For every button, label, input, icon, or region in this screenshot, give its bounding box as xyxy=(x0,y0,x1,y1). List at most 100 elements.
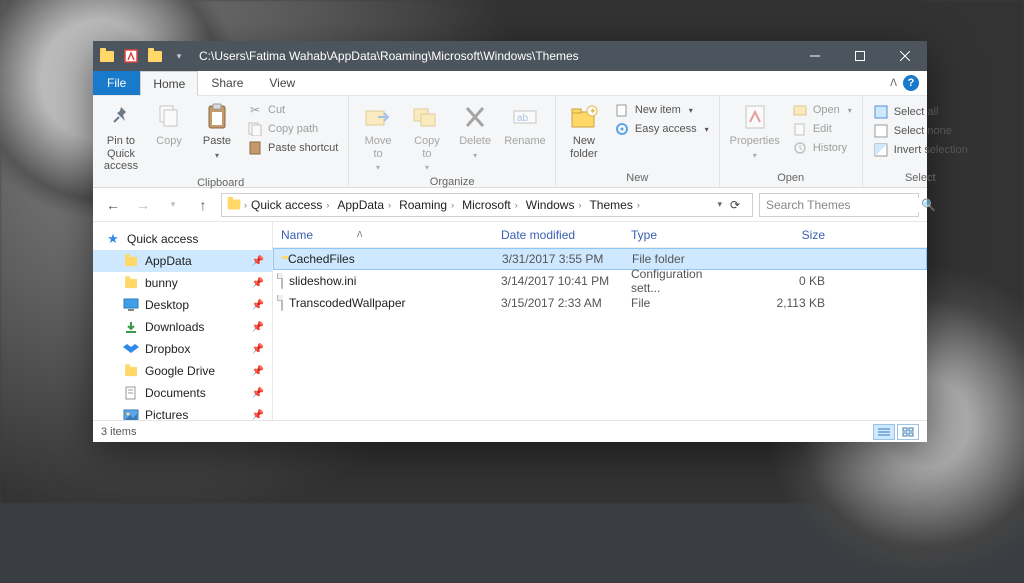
new-item-icon xyxy=(614,102,630,118)
back-button[interactable]: ← xyxy=(101,193,125,217)
file-rows[interactable]: CachedFiles3/31/2017 3:55 PMFile folders… xyxy=(273,248,927,420)
cut-label: Cut xyxy=(268,104,285,116)
forward-button[interactable]: → xyxy=(131,193,155,217)
cut-button[interactable]: ✂Cut xyxy=(245,101,340,119)
details-view-button[interactable] xyxy=(873,424,895,440)
new-item-button[interactable]: New item▾ xyxy=(612,101,711,119)
history-button[interactable]: History xyxy=(790,139,854,157)
breadcrumb-item[interactable]: AppData› xyxy=(333,198,395,212)
pin-icon: 📌 xyxy=(252,388,264,399)
sidebar-item-label: Desktop xyxy=(145,298,189,312)
sidebar-quick-access[interactable]: ★ Quick access xyxy=(93,228,272,250)
breadcrumb-item[interactable]: Microsoft› xyxy=(458,198,522,212)
breadcrumb-folder-icon xyxy=(224,199,244,210)
edit-button[interactable]: Edit xyxy=(790,120,854,138)
select-all-icon xyxy=(873,104,889,120)
maximize-button[interactable] xyxy=(837,41,882,71)
column-date[interactable]: Date modified xyxy=(493,228,623,242)
ribbon-tabs: File Home Share View ᐱ ? xyxy=(93,71,927,96)
file-date: 3/31/2017 3:55 PM xyxy=(494,252,624,266)
copy-path-label: Copy path xyxy=(268,123,318,135)
search-box[interactable]: 🔍 xyxy=(759,193,919,217)
column-headers[interactable]: Nameᐱ Date modified Type Size xyxy=(273,222,927,248)
paste-icon xyxy=(201,101,233,133)
breadcrumb[interactable]: › Quick access› AppData› Roaming› Micros… xyxy=(221,193,753,217)
titlebar[interactable]: ▾ C:\Users\Fatima Wahab\AppData\Roaming\… xyxy=(93,41,927,71)
file-icon xyxy=(281,296,283,310)
rename-button[interactable]: ab Rename xyxy=(499,99,551,150)
sidebar-item-label: Pictures xyxy=(145,408,188,420)
file-size: 0 KB xyxy=(743,274,833,288)
column-type[interactable]: Type xyxy=(623,228,743,242)
file-row[interactable]: TranscodedWallpaper3/15/2017 2:33 AMFile… xyxy=(273,292,927,314)
sidebar-item-label: Dropbox xyxy=(145,342,190,356)
delete-button[interactable]: Delete ▾ xyxy=(451,99,499,162)
thumbnails-view-button[interactable] xyxy=(897,424,919,440)
properties-qat-icon[interactable] xyxy=(123,48,139,64)
sidebar-item[interactable]: Documents📌 xyxy=(93,382,272,404)
sidebar-item[interactable]: Desktop📌 xyxy=(93,294,272,316)
file-menu[interactable]: File xyxy=(93,71,140,95)
help-icon[interactable]: ? xyxy=(903,75,919,91)
breadcrumb-item[interactable]: Themes› xyxy=(585,198,643,212)
file-row[interactable]: CachedFiles3/31/2017 3:55 PMFile folder xyxy=(273,248,927,270)
copy-label: Copy xyxy=(156,135,182,148)
recent-dropdown-icon[interactable]: ▾ xyxy=(161,193,185,217)
copy-button[interactable]: Copy xyxy=(145,99,193,150)
paste-shortcut-button[interactable]: Paste shortcut xyxy=(245,139,340,157)
move-to-button[interactable]: Move to ▾ xyxy=(353,99,402,174)
copy-path-button[interactable]: Copy path xyxy=(245,120,340,138)
tab-view[interactable]: View xyxy=(256,71,308,95)
sidebar-item[interactable]: Pictures 📌 xyxy=(93,404,272,420)
new-folder-icon: ✦ xyxy=(568,101,600,133)
pin-icon: 📌 xyxy=(252,410,264,421)
file-row[interactable]: slideshow.ini3/14/2017 10:41 PMConfigura… xyxy=(273,270,927,292)
file-type: Configuration sett... xyxy=(623,267,743,295)
sidebar-item[interactable]: bunny📌 xyxy=(93,272,272,294)
close-button[interactable] xyxy=(882,41,927,71)
svg-text:ab: ab xyxy=(517,113,529,124)
breadcrumb-item[interactable]: Windows› xyxy=(522,198,586,212)
pin-to-quick-access-button[interactable]: Pin to Quick access xyxy=(97,99,145,175)
new-folder-button[interactable]: ✦ New folder xyxy=(560,99,608,162)
sidebar-item[interactable]: Downloads📌 xyxy=(93,316,272,338)
search-input[interactable] xyxy=(766,198,921,212)
search-icon[interactable]: 🔍 xyxy=(921,198,936,212)
edit-icon xyxy=(792,121,808,137)
up-button[interactable]: ↑ xyxy=(191,193,215,217)
breadcrumb-dropdown-icon[interactable]: ▾ xyxy=(717,199,722,210)
select-all-button[interactable]: Select all xyxy=(871,103,970,121)
column-size[interactable]: Size xyxy=(743,228,833,242)
paste-button[interactable]: Paste ▾ xyxy=(193,99,241,162)
tab-home[interactable]: Home xyxy=(140,71,198,96)
paste-dropdown-icon[interactable]: ▾ xyxy=(215,151,219,160)
sidebar-item[interactable]: Dropbox📌 xyxy=(93,338,272,360)
minimize-button[interactable] xyxy=(792,41,837,71)
invert-selection-button[interactable]: Invert selection xyxy=(871,141,970,159)
open-button[interactable]: Open▾ xyxy=(790,101,854,119)
collapse-ribbon-icon[interactable]: ᐱ xyxy=(890,78,897,89)
breadcrumb-item[interactable]: Quick access› xyxy=(247,198,333,212)
ribbon-group-organize: Move to ▾ Copy to ▾ Delete ▾ ab Rename xyxy=(349,96,556,187)
history-label: History xyxy=(813,142,847,154)
refresh-icon[interactable]: ⟳ xyxy=(724,198,746,212)
tab-share[interactable]: Share xyxy=(198,71,256,95)
column-name[interactable]: Nameᐱ xyxy=(273,228,493,242)
qat-dropdown-icon[interactable]: ▾ xyxy=(171,48,187,64)
open-group-label: Open xyxy=(720,170,862,187)
new-folder-qat-icon[interactable] xyxy=(147,48,163,64)
new-group-label: New xyxy=(556,170,719,187)
copy-to-button[interactable]: Copy to ▾ xyxy=(403,99,451,174)
properties-label: Properties xyxy=(730,135,780,148)
navigation-pane[interactable]: ★ Quick access AppData📌bunny📌Desktop📌Dow… xyxy=(93,222,273,420)
sidebar-item[interactable]: AppData📌 xyxy=(93,250,272,272)
breadcrumb-item[interactable]: Roaming› xyxy=(395,198,458,212)
properties-button[interactable]: Properties ▾ xyxy=(724,99,786,162)
select-none-label: Select none xyxy=(894,125,952,137)
new-folder-label: New folder xyxy=(566,135,602,160)
invert-label: Invert selection xyxy=(894,144,968,156)
window-controls xyxy=(792,41,927,71)
sidebar-item[interactable]: Google Drive📌 xyxy=(93,360,272,382)
select-none-button[interactable]: Select none xyxy=(871,122,970,140)
easy-access-button[interactable]: Easy access▾ xyxy=(612,120,711,138)
